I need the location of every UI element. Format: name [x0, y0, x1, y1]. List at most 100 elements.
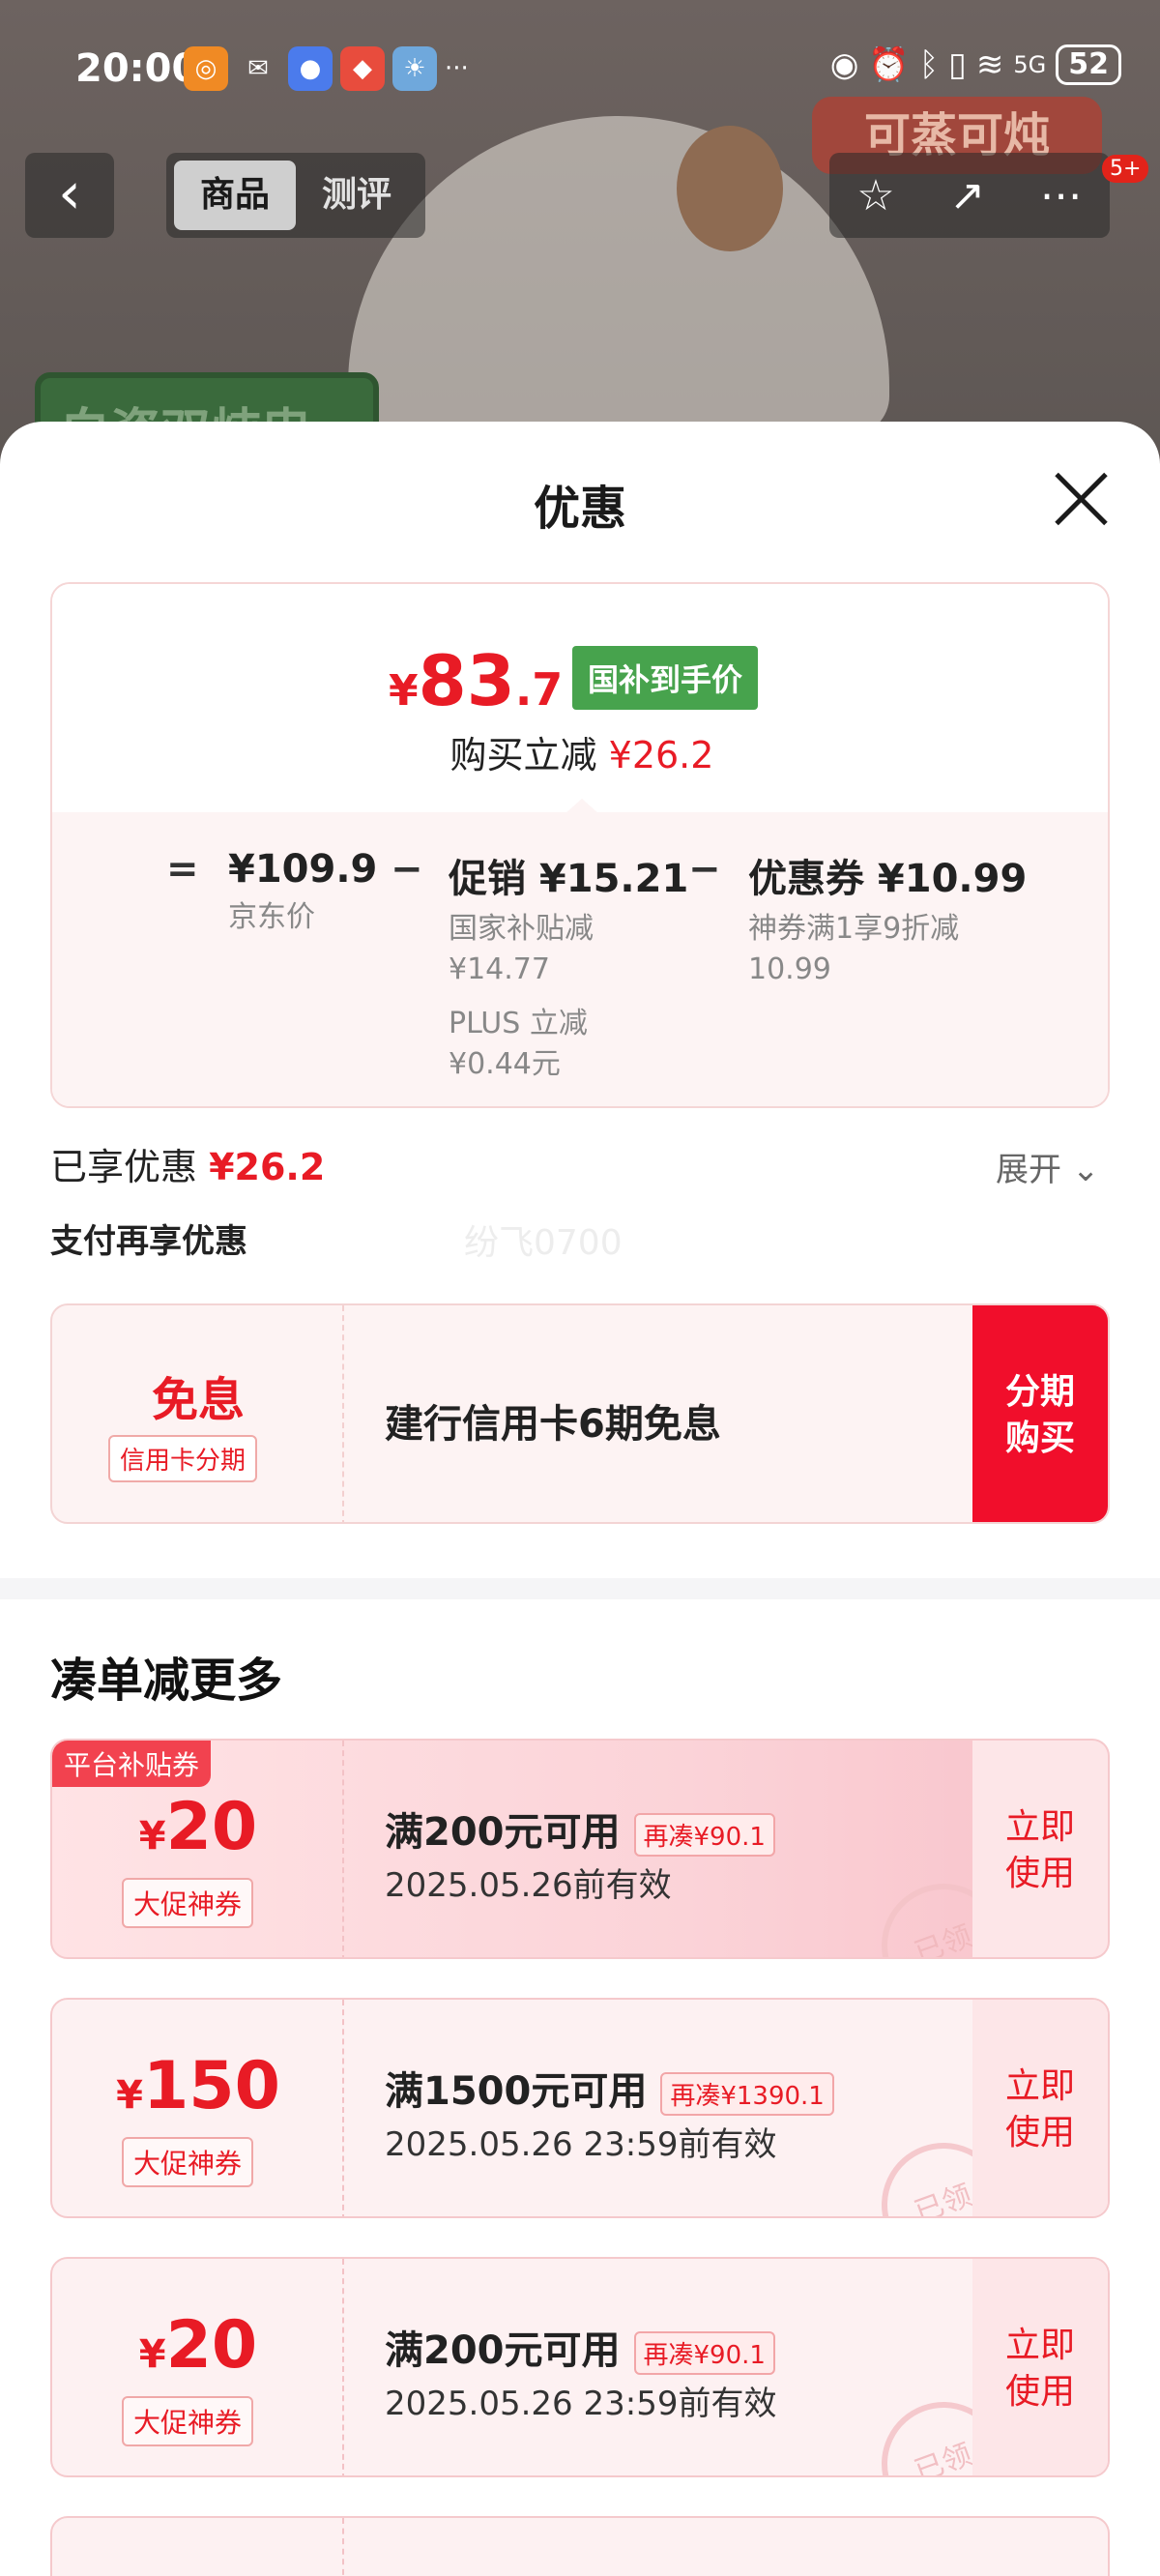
minus-sign: − — [688, 847, 721, 892]
coupon-type-tag: 大促神券 — [122, 1878, 254, 1928]
coupon-card: ¥20 大促神券 平台补贴券 满200元可用 再凑¥90.1 2025.05.26… — [50, 1739, 1110, 1959]
signal-icon: 5G — [1013, 51, 1047, 78]
back-button[interactable]: ‹ — [25, 153, 114, 238]
use-line1: 立即 — [1004, 1807, 1075, 1847]
coupon-type-tag: 大促神券 — [122, 2396, 254, 2446]
coupon-date: 2025.05.26 23:59前有效 — [385, 2125, 777, 2164]
message-icon: ● — [288, 46, 333, 91]
tab-review[interactable]: 测评 — [296, 161, 418, 230]
coupon-currency: ¥ — [116, 2073, 143, 2118]
coupon-condition-text: 满200元可用 — [385, 2328, 621, 2373]
sheet-title: 优惠 — [533, 482, 626, 536]
wechat-icon: ✉ — [247, 54, 269, 83]
product-image — [348, 116, 889, 435]
wifi-icon: ≋ — [975, 45, 1004, 84]
vibrate-icon: ▯ — [948, 45, 967, 84]
price-breakdown: = ¥109.9 京东价 − 促销 ¥15.21 国家补贴减 ¥14.77 PL… — [52, 812, 1108, 1106]
eye-icon: ◉ — [829, 45, 859, 84]
installment-left: 免息 信用卡分期 — [52, 1305, 344, 1522]
message-badge: 5+ — [1102, 155, 1149, 183]
coupon-currency: ¥ — [138, 2332, 166, 2377]
app-notification-icon: ◆ — [340, 46, 385, 91]
save-line: 购买立减 ¥26.2 — [52, 725, 1108, 778]
coupon-amount: 20 — [165, 2307, 258, 2384]
jd-price-label: 京东价 — [228, 900, 315, 934]
coupon-value: ¥20 — [52, 1789, 344, 1865]
enjoyed-label: 已享优惠 — [50, 1146, 198, 1188]
coupon-date: 2025.05.26前有效 — [385, 1866, 672, 1905]
coupon-amount: 优惠券 ¥10.99 — [748, 857, 1028, 901]
watermark: 纷飞0700 — [464, 1223, 623, 1263]
discount-sheet: 优惠 ¥83.7 国补到手价 购买立减 ¥26.2 = ¥109.9 京东价 −… — [0, 422, 1160, 2576]
installment-button-line2: 购买 — [1004, 1419, 1075, 1458]
coupon-condition-text: 满200元可用 — [385, 1810, 621, 1855]
egg-image — [677, 126, 783, 251]
interest-free-label: 免息 — [151, 1373, 245, 1427]
expand-label: 展开 — [996, 1151, 1061, 1189]
installment-text: 建行信用卡6期免息 — [385, 1402, 721, 1447]
coupon-amount: 20 — [165, 1789, 258, 1865]
coupon-amount: 150 — [142, 2048, 280, 2124]
use-coupon-button[interactable]: 立即 使用 — [972, 2000, 1108, 2216]
system-icons: ◉ ⏰ ᛒ ▯ ≋ 5G 52 — [830, 44, 1121, 85]
more-icon[interactable]: ⋯ — [1040, 171, 1083, 220]
coupon-card-partial — [50, 2516, 1110, 2576]
gov-subsidy-tag: 国补到手价 — [572, 646, 759, 710]
coupon-need-tag: 再凑¥90.1 — [633, 2330, 775, 2375]
save-label: 购买立减 — [450, 734, 597, 776]
battery-icon: 52 — [1056, 44, 1121, 85]
status-bar: 20:00 ◎ ✉ ● ◆ ☀ ··· ◉ ⏰ ᛒ ▯ ≋ 5G 52 — [0, 0, 1160, 140]
expand-button[interactable]: 展开 ⌄ — [996, 1143, 1099, 1190]
more-notifications-icon: ··· — [445, 54, 469, 83]
price-card: ¥83.7 国补到手价 购买立减 ¥26.2 = ¥109.9 京东价 − 促销… — [50, 582, 1110, 1108]
coupon-col: 优惠券 ¥10.99 神券满1享9折减 10.99 — [748, 847, 1027, 990]
star-icon[interactable]: ☆ — [856, 171, 894, 220]
share-icon[interactable]: ↗ — [949, 171, 985, 220]
use-line2: 使用 — [1004, 2372, 1075, 2412]
coupon-condition: 满200元可用 再凑¥90.1 — [385, 1800, 775, 1857]
platform-subsidy-tag: 平台补贴券 — [52, 1741, 212, 1787]
jd-price: ¥109.9 — [228, 847, 378, 892]
section-title: 凑单减更多 — [50, 1654, 283, 1708]
minus-sign: − — [391, 847, 423, 892]
use-coupon-button[interactable]: 立即 使用 — [972, 1741, 1108, 1957]
coupon-card: ¥150 大促神券 满1500元可用 再凑¥1390.1 2025.05.26 2… — [50, 1998, 1110, 2218]
save-amount: ¥26.2 — [608, 734, 714, 776]
coupon-need-tag: 再凑¥1390.1 — [660, 2071, 834, 2116]
installment-buy-button[interactable]: 分期 购买 — [972, 1305, 1108, 1522]
promo-col: 促销 ¥15.21 国家补贴减 ¥14.77 PLUS 立减 ¥0.44元 — [449, 847, 688, 1085]
installment-card[interactable]: 免息 信用卡分期 建行信用卡6期免息 分期 购买 — [50, 1303, 1110, 1524]
use-line1: 立即 — [1004, 2326, 1075, 2365]
notification-icons: ◎ ✉ ● ◆ ☀ ··· — [184, 46, 469, 91]
coupon-currency: ¥ — [138, 1814, 166, 1859]
price-integer: 83 — [418, 640, 515, 721]
coupon-condition: 满200元可用 再凑¥90.1 — [385, 2319, 775, 2375]
coupon-sub: 神券满1享9折减 — [748, 912, 960, 946]
section-divider — [0, 1578, 1160, 1599]
use-line2: 使用 — [1004, 1854, 1075, 1893]
tab-product[interactable]: 商品 — [174, 161, 296, 230]
app-notification-icon: ◎ — [184, 46, 228, 91]
promo-sub1-value: ¥14.77 — [449, 952, 550, 986]
coupon-date: 2025.05.26 23:59前有效 — [385, 2385, 777, 2423]
pay-more-title: 支付再享优惠 — [50, 1222, 247, 1261]
equals-sign: = — [166, 847, 199, 892]
coupon-value: ¥20 — [52, 2307, 344, 2384]
enjoyed-discount: 已享优惠 ¥26.2 — [50, 1137, 325, 1190]
top-actions: ☆ ↗ ⋯ — [829, 153, 1110, 238]
coupon-condition-text: 满1500元可用 — [385, 2069, 648, 2114]
price-summary: ¥83.7 国补到手价 购买立减 ¥26.2 — [52, 584, 1108, 812]
enjoyed-amount: ¥26.2 — [209, 1146, 326, 1188]
promo-sub2: PLUS 立减 — [449, 1007, 588, 1040]
coupon-left — [52, 2518, 344, 2576]
close-icon[interactable] — [1052, 470, 1110, 528]
coupon-card: ¥20 大促神券 满200元可用 再凑¥90.1 2025.05.26 23:59… — [50, 2257, 1110, 2477]
chevron-down-icon: ⌄ — [1071, 1151, 1100, 1189]
credit-installment-tag: 信用卡分期 — [108, 1435, 258, 1482]
use-coupon-button[interactable]: 立即 使用 — [972, 2259, 1108, 2475]
coupon-left: ¥150 大促神券 — [52, 2000, 344, 2216]
final-price: ¥83.7 — [389, 640, 563, 721]
use-line2: 使用 — [1004, 2113, 1075, 2152]
alarm-icon: ⏰ — [868, 45, 910, 84]
weather-icon: ☀ — [392, 46, 437, 91]
